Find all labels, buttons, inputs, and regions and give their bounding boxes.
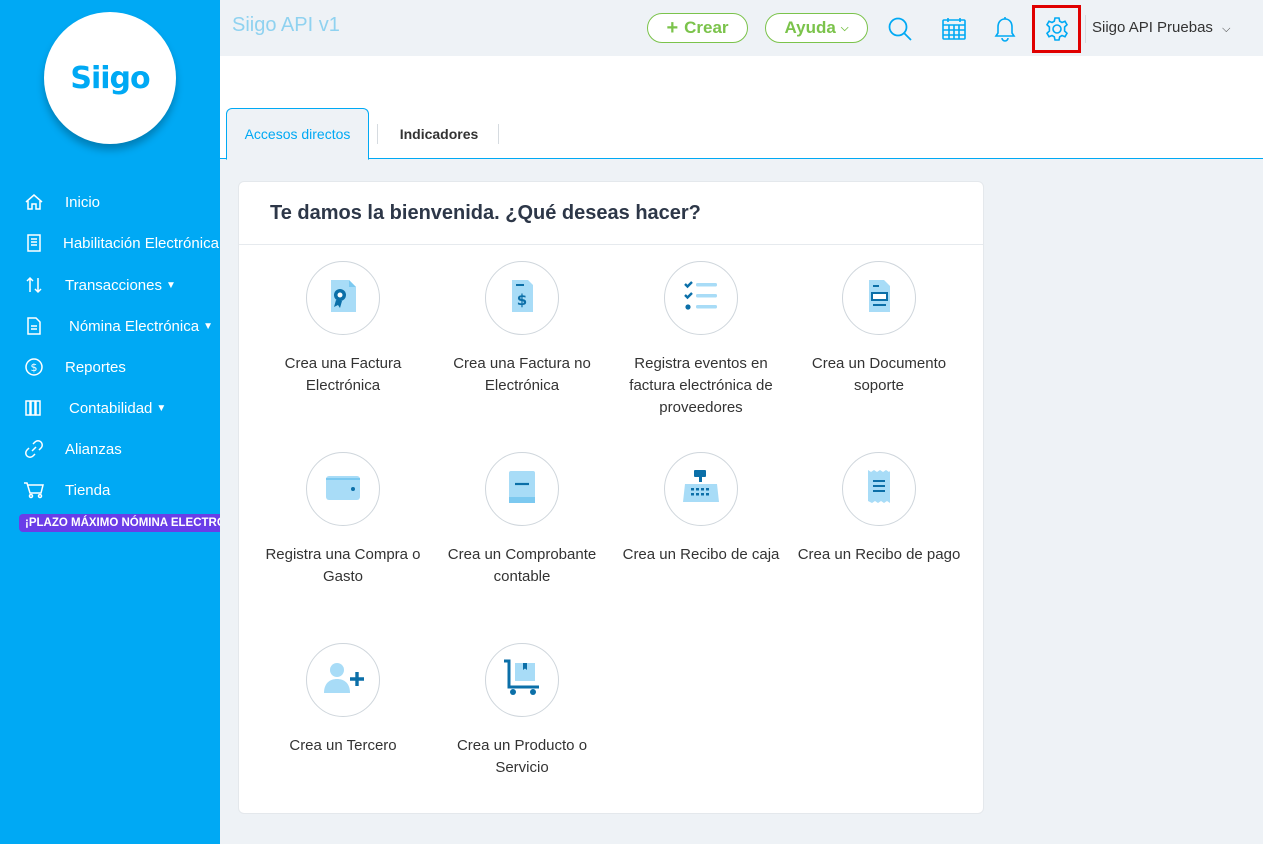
ayuda-button[interactable]: Ayuda ⌵ [765,13,868,43]
chevron-down-icon: ▼ [156,402,167,414]
sidebar-item-label: Habilitación Electrónica [63,234,219,252]
support-document-icon [859,276,899,321]
top-bar: Siigo API v1 + Crear Ayuda ⌵ Siigo API P… [220,0,1263,56]
svg-text:$: $ [517,291,527,309]
action-compra-gasto[interactable]: Registra una Compra o Gasto [253,452,433,588]
add-user-icon [321,658,365,703]
action-recibo-caja[interactable]: Crea un Recibo de caja [611,452,791,566]
checklist-icon [681,276,721,321]
bell-icon[interactable] [990,14,1020,44]
action-documento-soporte[interactable]: Crea un Documento soporte [789,261,969,397]
link-icon [23,438,45,460]
electronic-invoice-icon [323,276,363,321]
dollar-coin-icon: $ [23,356,45,378]
action-icon-circle [842,452,916,526]
app-title: Siigo API v1 [232,14,340,36]
sidebar: Siigo Inicio Habilitación Electrónica Tr… [0,0,220,844]
chevron-down-icon: ▼ [203,320,213,332]
product-cart-icon [501,657,543,704]
invoice-dollar-icon: $ [502,276,542,321]
document-icon [23,315,45,337]
home-icon [23,191,45,213]
action-icon-circle [664,261,738,335]
calendar-icon[interactable] [939,14,969,44]
action-icon-circle [842,261,916,335]
sidebar-item-habilitacion[interactable]: Habilitación Electrónica [0,228,219,258]
plus-icon: + [666,17,679,39]
sidebar-item-reportes[interactable]: $ Reportes [0,352,126,382]
wallet-icon [323,467,363,512]
action-label: Crea una Factura Electrónica [284,355,402,394]
sidebar-item-label: Reportes [65,358,126,376]
sidebar-item-tienda[interactable]: Tienda [0,475,110,505]
user-menu[interactable]: Siigo API Pruebas ⌵ [1092,19,1230,36]
action-label: Crea un Producto o Servicio [456,737,588,776]
action-icon-circle: $ [485,261,559,335]
sidebar-item-label: Nómina Electrónica [69,317,200,335]
sidebar-item-label: Alianzas [65,440,122,458]
action-comprobante-contable[interactable]: Crea un Comprobante contable [432,452,612,588]
cash-register-icon [680,466,722,513]
action-label: Crea un Recibo de caja [622,546,780,563]
action-label: Registra eventos en factura electrónica … [629,355,773,416]
action-label: Crea una Factura no Electrónica [453,355,591,394]
action-recibo-pago[interactable]: Crea un Recibo de pago [789,452,969,566]
action-label: Crea un Comprobante contable [447,546,597,585]
tab-accesos-directos[interactable]: Accesos directos [226,108,369,160]
crear-button[interactable]: + Crear [647,13,748,43]
tabs-bar: Accesos directos Indicadores [220,56,1263,160]
chevron-down-icon: ⌵ [840,22,849,34]
tab-divider [498,124,499,144]
sidebar-item-transacciones[interactable]: Transacciones ▼ [0,270,176,300]
logo-text: Siigo [70,60,150,96]
header-divider [1085,15,1086,43]
sidebar-item-label: Tienda [65,481,111,499]
payment-receipt-icon [859,467,899,512]
ledger-book-icon [502,467,542,512]
crear-label: Crear [684,18,729,37]
sidebar-item-inicio[interactable]: Inicio [0,187,100,217]
chevron-down-icon: ▼ [166,279,176,291]
books-icon [23,397,45,419]
action-label: Crea un Recibo de pago [797,546,961,563]
card-divider [239,244,983,245]
action-label: Registra una Compra o Gasto [265,546,421,585]
action-factura-electronica[interactable]: Crea una Factura Electrónica [253,261,433,397]
gear-icon[interactable] [1042,14,1072,44]
action-producto-servicio[interactable]: Crea un Producto o Servicio [432,643,612,779]
tab-divider [377,124,378,144]
action-eventos-factura[interactable]: Registra eventos en factura electrónica … [611,261,791,419]
action-icon-circle [306,261,380,335]
sidebar-item-label: Inicio [65,193,101,211]
nomina-deadline-badge[interactable]: ¡PLAZO MÁXIMO NÓMINA ELECTRÓNICA! [19,514,220,532]
ayuda-label: Ayuda [784,18,836,37]
action-icon-circle [306,643,380,717]
action-icon-circle [485,452,559,526]
siigo-logo[interactable]: Siigo [44,12,176,144]
card-title: Te damos la bienvenida. ¿Qué deseas hace… [270,202,701,224]
chevron-down-icon: ⌵ [1222,23,1231,35]
sidebar-item-contabilidad[interactable]: Contabilidad ▼ [0,393,166,423]
sidebar-item-label: Transacciones [65,276,162,294]
user-name: Siigo API Pruebas [1092,19,1213,36]
action-icon-circle [664,452,738,526]
search-icon[interactable] [885,14,915,44]
welcome-card: Te damos la bienvenida. ¿Qué deseas hace… [238,181,984,814]
sidebar-item-alianzas[interactable]: Alianzas [0,434,122,464]
action-factura-no-electronica[interactable]: $ Crea una Factura no Electrónica [432,261,612,397]
action-icon-circle [306,452,380,526]
cart-icon [23,479,45,501]
svg-text:$: $ [31,361,38,374]
action-icon-circle [485,643,559,717]
exchange-icon [23,274,45,296]
action-label: Crea un Documento soporte [811,355,947,394]
action-tercero[interactable]: Crea un Tercero [253,643,433,757]
action-label: Crea un Tercero [289,737,397,754]
sidebar-item-nomina[interactable]: Nómina Electrónica ▼ [0,311,213,341]
sidebar-item-label: Contabilidad [69,399,153,417]
receipt-icon [23,232,45,254]
tab-indicadores[interactable]: Indicadores [380,108,498,159]
